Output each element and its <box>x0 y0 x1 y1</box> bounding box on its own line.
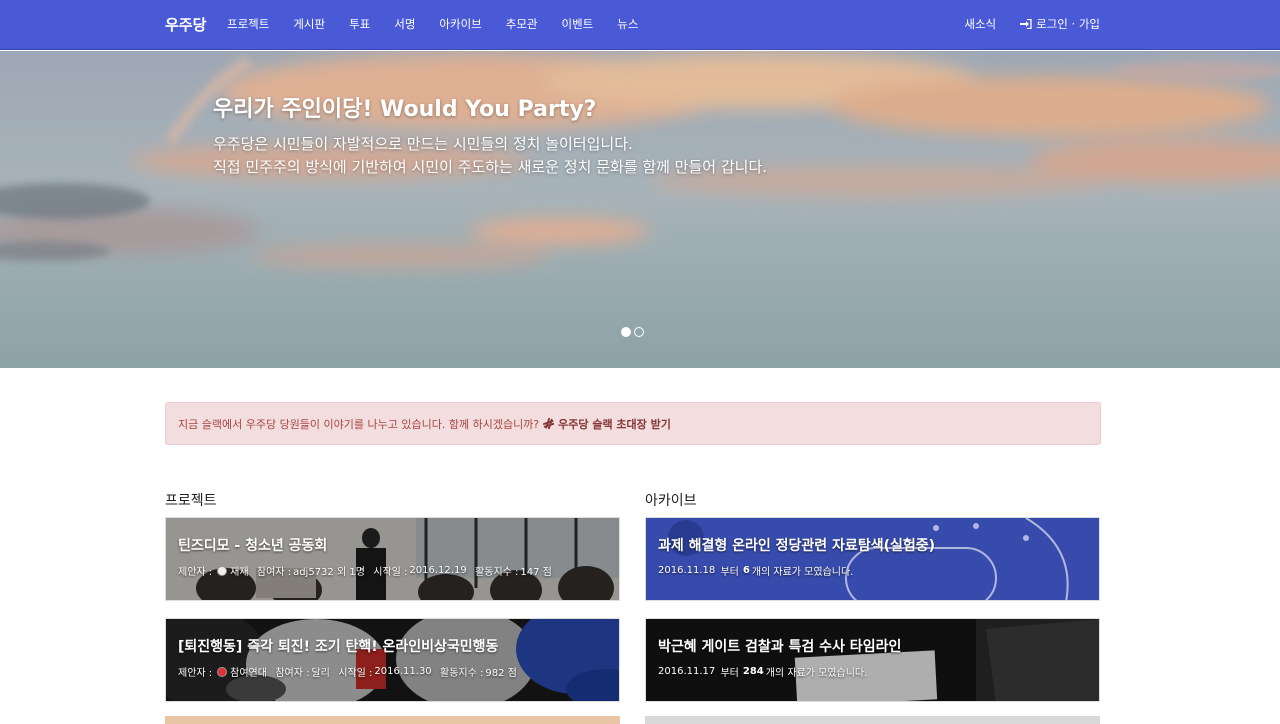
participant-name: 달리 <box>311 668 330 679</box>
archive-date: 2016.11.18 <box>658 565 716 576</box>
project-card[interactable]: [퇴진행동] 즉각 퇴진! 조기 탄핵! 온라인비상국민행동 제안자 : 참여연… <box>165 618 620 702</box>
nav-link-news[interactable]: 뉴스 <box>617 16 638 32</box>
archive-count: 284 <box>742 666 764 677</box>
card-overlay <box>166 518 619 600</box>
top-navbar: 우주당 프로젝트 게시판 투표 서명 아카이브 추모관 이벤트 뉴스 새소식 로… <box>0 0 1280 50</box>
proposer-avatar <box>217 565 228 576</box>
archive-title: 박근혜 게이트 검찰과 특검 수사 타임라인 <box>658 639 902 655</box>
project-card[interactable]: 틴즈디모 - 청소년 공동회 제안자 : 재재 참여자 : adj5732 외 … <box>165 517 620 601</box>
archive-card-partial[interactable] <box>645 716 1100 724</box>
brand-logo[interactable]: 우주당 <box>165 14 206 35</box>
nav-link-event[interactable]: 이벤트 <box>562 16 594 32</box>
notifications-link[interactable]: 새소식 <box>964 16 996 32</box>
archive-tail: 개의 자료가 모였습니다. <box>751 567 854 578</box>
project-meta: 제안자 : 참여연대 참여자 : 달리 시작일 : 2016.11.30 활동지… <box>178 664 519 679</box>
archive-card[interactable]: 박근혜 게이트 검찰과 특검 수사 타임라인 2016.11.17 부터 284… <box>645 618 1100 702</box>
login-label: 로그인 · 가입 <box>1036 17 1100 31</box>
archive-since: 부터 <box>720 567 739 578</box>
carousel-indicators <box>621 327 647 337</box>
carousel-dot-1[interactable] <box>621 327 631 337</box>
proposer-name: 참여연대 <box>230 668 267 679</box>
activity-label: 활동지수 : <box>475 567 519 578</box>
start-label: 시작일 : <box>338 668 373 679</box>
sign-in-icon <box>1020 19 1032 29</box>
hero-carousel: 우리가 주인이당! Would You Party? 우주당은 시민들이 자발적… <box>0 51 1280 368</box>
card-overlay <box>166 619 619 701</box>
nav-link-board[interactable]: 게시판 <box>293 16 325 32</box>
start-date: 2016.11.30 <box>374 666 432 677</box>
proposer-label: 제안자 : <box>178 668 213 679</box>
project-card-partial[interactable] <box>165 716 620 724</box>
slack-invite-alert: 지금 슬랙에서 우주당 당원들이 이야기를 나누고 있습니다. 함께 하시겠습니… <box>165 402 1101 445</box>
slack-invite-link[interactable]: 우주당 슬랙 초대장 받기 <box>543 416 671 432</box>
start-label: 시작일 : <box>373 567 408 578</box>
hero-text: 우리가 주인이당! Would You Party? 우주당은 시민들이 자발적… <box>213 91 767 179</box>
project-meta: 제안자 : 재재 참여자 : adj5732 외 1명 시작일 : 2016.1… <box>178 563 554 578</box>
participant-label: 참여자 : <box>275 668 310 679</box>
start-date: 2016.12.19 <box>409 565 467 576</box>
activity-score: 147 점 <box>520 567 552 578</box>
hero-subtitle-line-1: 우주당은 시민들이 자발적으로 만드는 시민들의 정치 놀이터입니다. <box>213 135 633 153</box>
nav-link-archive[interactable]: 아카이브 <box>439 16 481 32</box>
activity-label: 활동지수 : <box>440 668 484 679</box>
archive-meta: 2016.11.17 부터 284 개의 자료가 모였습니다. <box>658 664 869 679</box>
archive-title: 과제 해결형 온라인 정당관련 자료탐색(실험중) <box>658 538 936 554</box>
archive-tail: 개의 자료가 모였습니다. <box>765 668 868 679</box>
login-link[interactable]: 로그인 · 가입 <box>1020 16 1100 32</box>
proposer-label: 제안자 : <box>178 567 213 578</box>
hero-subtitle-line-2: 직접 민주주의 방식에 기반하여 시민이 주도하는 새로운 정치 문화를 함께 … <box>213 158 768 176</box>
card-overlay <box>646 518 1099 600</box>
project-title: [퇴진행동] 즉각 퇴진! 조기 탄핵! 온라인비상국민행동 <box>178 639 499 655</box>
participant-name: adj5732 외 1명 <box>293 567 365 578</box>
alert-text: 지금 슬랙에서 우주당 당원들이 이야기를 나누고 있습니다. 함께 하시겠습니… <box>178 417 540 431</box>
proposer-name: 재재 <box>230 567 249 578</box>
nav-links: 프로젝트 게시판 투표 서명 아카이브 추모관 이벤트 뉴스 <box>227 16 662 32</box>
participant-label: 참여자 : <box>256 567 292 578</box>
slack-icon <box>543 418 555 429</box>
archive-card[interactable]: 과제 해결형 온라인 정당관련 자료탐색(실험중) 2016.11.18 부터 … <box>645 517 1100 601</box>
carousel-dot-2[interactable] <box>634 327 644 337</box>
activity-score: 982 점 <box>485 668 517 679</box>
slack-invite-label: 우주당 슬랙 초대장 받기 <box>558 417 671 431</box>
nav-link-petition[interactable]: 서명 <box>394 16 415 32</box>
nav-link-vote[interactable]: 투표 <box>349 16 370 32</box>
card-overlay <box>646 619 1099 701</box>
archive-since: 부터 <box>720 668 739 679</box>
nav-link-projects[interactable]: 프로젝트 <box>227 16 269 32</box>
archive-section-title: 아카이브 <box>645 493 697 509</box>
project-title: 틴즈디모 - 청소년 공동회 <box>178 538 328 554</box>
hero-title: 우리가 주인이당! Would You Party? <box>213 97 597 122</box>
proposer-avatar <box>217 666 228 677</box>
archive-count: 6 <box>742 565 750 576</box>
archive-date: 2016.11.17 <box>658 666 716 677</box>
archive-meta: 2016.11.18 부터 6 개의 자료가 모였습니다. <box>658 563 855 578</box>
projects-section-title: 프로젝트 <box>165 493 217 509</box>
nav-link-memorial[interactable]: 추모관 <box>506 16 538 32</box>
nav-right: 새소식 로그인 · 가입 <box>940 16 1100 32</box>
